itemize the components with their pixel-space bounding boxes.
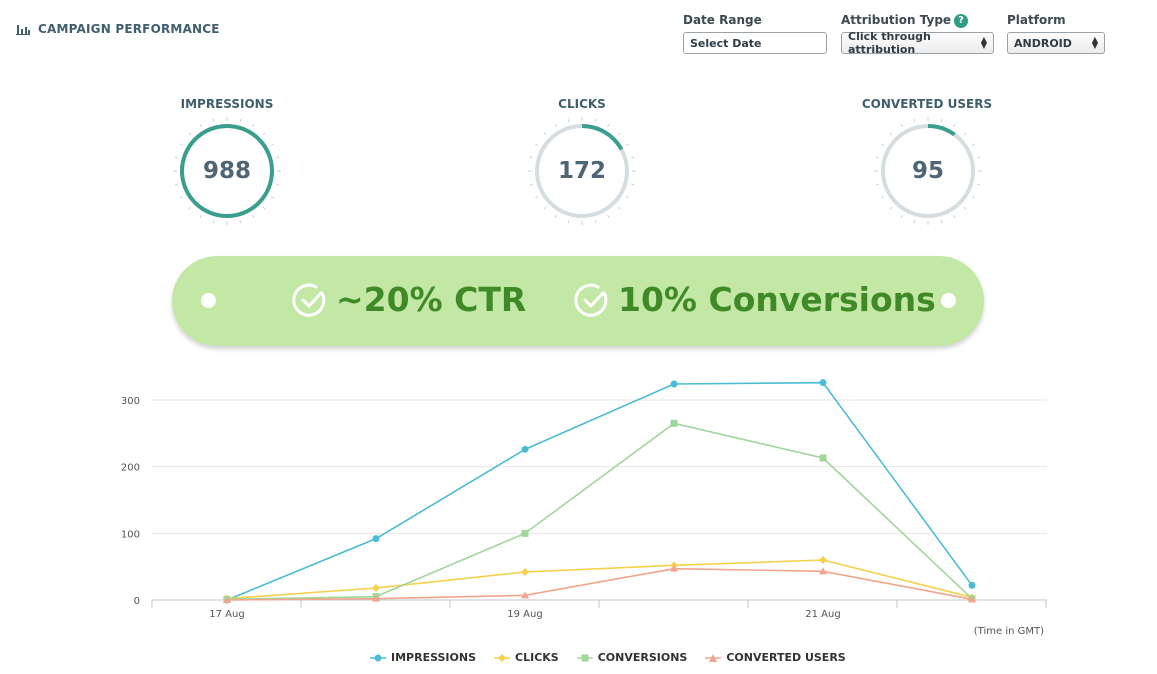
legend-marker-diamond xyxy=(494,653,511,662)
select-arrows-icon: ▲ ▼ xyxy=(1091,35,1098,50)
converted-users-value: 95 xyxy=(911,158,944,184)
clicks-label: CLICKS xyxy=(558,97,606,111)
data-point xyxy=(521,568,529,576)
clicks-gauge: 172 xyxy=(527,116,637,226)
attribution-type-select[interactable]: Click through attribution ▲ ▼ xyxy=(841,30,994,56)
clicks-value: 172 xyxy=(557,158,606,184)
x-tick-label: 17 Aug xyxy=(209,609,244,620)
data-point xyxy=(819,556,827,564)
data-point xyxy=(521,529,529,537)
data-point xyxy=(372,584,380,592)
banner-dot-left xyxy=(201,293,216,308)
data-point xyxy=(819,454,827,462)
impressions-value: 988 xyxy=(202,158,251,184)
data-point xyxy=(521,445,529,453)
legend-label-clicks: CLICKS xyxy=(515,651,559,664)
date-range-label: Date Range xyxy=(683,13,762,27)
series-line-converted-users xyxy=(226,567,973,601)
converted-users-label: CONVERTED USERS xyxy=(861,97,993,111)
legend-marker-triangle xyxy=(705,653,722,662)
series-line-clicks xyxy=(226,559,973,600)
legend-item-clicks[interactable]: CLICKS xyxy=(494,651,559,664)
platform-value: ANDROID xyxy=(1014,36,1072,50)
x-tick-label: 21 Aug xyxy=(805,609,840,620)
legend-label-impressions: IMPRESSIONS xyxy=(391,651,477,664)
ctr-text: ~20% CTR xyxy=(336,280,527,319)
date-range-placeholder: Select Date xyxy=(690,36,762,50)
conversions-summary: 10% Conversions xyxy=(574,280,936,319)
platform-select[interactable]: ANDROID ▲ ▼ xyxy=(1007,32,1105,54)
ctr-summary: ~20% CTR xyxy=(292,280,526,319)
y-tick-label: 0 xyxy=(134,596,140,607)
performance-line-chart: 0 100 200 300 17 Aug 19 Aug 21 Aug (Time in GMT… xyxy=(121,379,1047,637)
attribution-type-label: Attribution Type? xyxy=(841,13,969,28)
conversions-text: 10% Conversions xyxy=(618,280,936,319)
y-tick-label: 100 xyxy=(121,529,140,540)
series-line-impressions xyxy=(226,381,973,601)
data-point xyxy=(670,419,678,427)
attribution-type-value: Click through attribution xyxy=(848,30,931,56)
impressions-gauge: 988 xyxy=(172,116,282,226)
data-point xyxy=(670,380,678,388)
chart-legend: IMPRESSIONS CLICKS CONVERSIONS CONVERTED… xyxy=(370,651,846,664)
legend-item-converted-users[interactable]: CONVERTED USERS xyxy=(705,651,846,664)
data-point xyxy=(968,581,976,589)
bar-chart-icon xyxy=(16,23,30,35)
legend-marker-circle xyxy=(370,654,386,661)
y-tick-label: 200 xyxy=(121,463,140,474)
legend-marker-square xyxy=(576,654,593,661)
converted-users-gauge: 95 xyxy=(873,116,983,226)
y-tick-label: 300 xyxy=(121,396,140,407)
legend-label-conversions: CONVERSIONS xyxy=(597,651,688,664)
series-line-conversions xyxy=(226,422,973,601)
data-point xyxy=(372,535,380,543)
data-point xyxy=(819,379,827,387)
help-icon[interactable]: ? xyxy=(954,13,969,28)
summary-banner: ~20% CTR 10% Conversions xyxy=(172,256,984,346)
impressions-label: IMPRESSIONS xyxy=(180,97,274,111)
date-range-input[interactable]: Select Date xyxy=(683,32,827,54)
banner-dot-right xyxy=(941,293,956,308)
page-title: CAMPAIGN PERFORMANCE xyxy=(38,22,220,36)
page-header: CAMPAIGN PERFORMANCE xyxy=(16,22,220,36)
select-arrows-icon: ▲ ▼ xyxy=(980,35,987,50)
x-axis-note: (Time in GMT) xyxy=(974,626,1044,637)
check-circle-icon xyxy=(574,283,608,317)
attribution-type-label-text: Attribution Type xyxy=(841,13,952,27)
legend-label-converted-users: CONVERTED USERS xyxy=(726,651,846,664)
check-circle-icon xyxy=(292,283,326,317)
legend-item-impressions[interactable]: IMPRESSIONS xyxy=(370,651,476,664)
x-tick-label: 19 Aug xyxy=(507,609,542,620)
legend-item-conversions[interactable]: CONVERSIONS xyxy=(576,651,688,664)
platform-label: Platform xyxy=(1007,13,1066,27)
